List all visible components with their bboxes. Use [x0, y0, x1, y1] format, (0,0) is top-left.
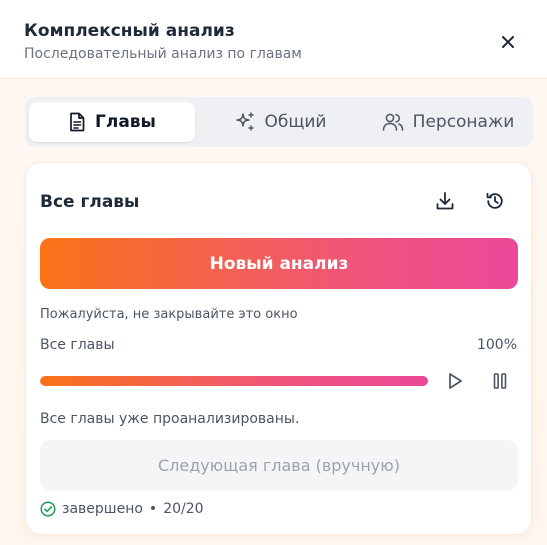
dialog-title: Комплексный анализ: [24, 21, 235, 41]
pause-icon: [492, 372, 508, 390]
history-button[interactable]: [481, 187, 509, 215]
next-chapter-button[interactable]: Следующая глава (вручную): [40, 440, 518, 490]
check-circle-icon: [40, 501, 56, 517]
chapters-card: Все главы Новый анализ Пожалуйста, не за…: [25, 162, 532, 535]
analysis-dialog: Комплексный анализ Последовательный анал…: [0, 0, 547, 545]
close-icon: [501, 35, 515, 49]
status-text: Все главы уже проанализированы.: [40, 411, 300, 427]
dialog-header: Комплексный анализ Последовательный анал…: [0, 0, 547, 79]
progress-percent: 100%: [476, 337, 517, 353]
tab-chapters-label: Главы: [95, 112, 156, 132]
progress-fill: [40, 376, 428, 386]
completion-count: 20/20: [163, 501, 204, 517]
tab-general[interactable]: Общий: [197, 102, 363, 142]
close-button[interactable]: [494, 28, 522, 56]
progress-bar: [40, 376, 428, 386]
pause-button[interactable]: [486, 367, 514, 395]
tab-characters[interactable]: Персонажи: [365, 102, 531, 142]
tab-general-label: Общий: [264, 112, 327, 132]
sparkles-icon: [234, 111, 256, 133]
completion-label: завершено: [62, 501, 143, 517]
history-icon: [485, 191, 505, 211]
progress-label: Все главы: [40, 337, 115, 353]
download-icon: [435, 191, 455, 211]
tab-chapters[interactable]: Главы: [29, 102, 195, 142]
document-icon: [68, 112, 86, 132]
completion-status: завершено • 20/20: [40, 501, 204, 517]
card-title: Все главы: [40, 192, 140, 212]
download-button[interactable]: [431, 187, 459, 215]
tab-characters-label: Персонажи: [412, 112, 515, 132]
tab-bar: Главы Общий Персонажи: [25, 97, 533, 147]
users-icon: [382, 112, 404, 132]
play-button[interactable]: [441, 367, 469, 395]
new-analysis-button[interactable]: Новый анализ: [40, 238, 518, 289]
play-icon: [447, 372, 463, 390]
completion-separator: •: [148, 501, 158, 517]
warning-text: Пожалуйста, не закрывайте это окно: [40, 307, 298, 322]
dialog-subtitle: Последовательный анализ по главам: [24, 46, 302, 62]
